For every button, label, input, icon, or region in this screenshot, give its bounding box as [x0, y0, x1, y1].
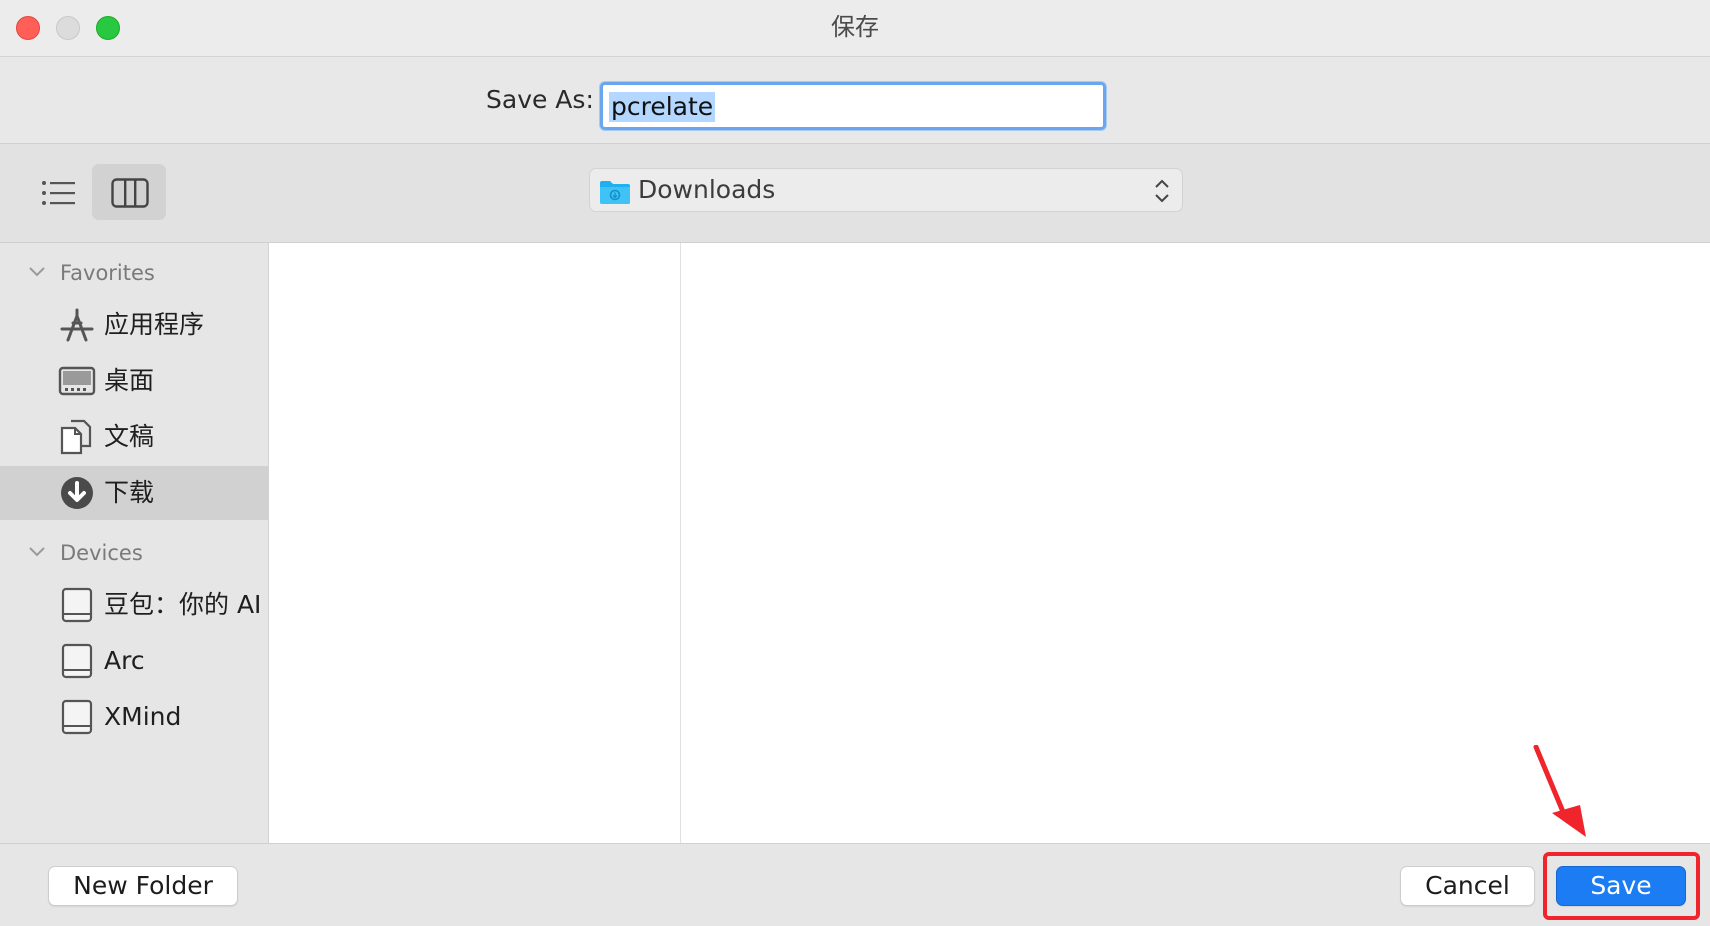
folder-icon	[600, 181, 630, 204]
chevron-updown-icon	[1155, 179, 1169, 203]
sidebar-item-desktop[interactable]: 桌面	[0, 354, 268, 408]
sidebar: Favorites 应用程序 桌面 文稿 下载 Devices 豆包：你的 AI…	[0, 243, 269, 843]
chevron-down-icon	[29, 267, 45, 277]
documents-icon	[60, 419, 92, 455]
sidebar-item-label: 桌面	[104, 366, 155, 395]
chevron-down-icon	[29, 547, 45, 557]
file-name-value[interactable]: pcrelate	[609, 92, 716, 122]
disk-icon	[61, 643, 93, 679]
sidebar-item-label: XMind	[104, 702, 182, 731]
cancel-button[interactable]: Cancel	[1400, 866, 1535, 906]
applications-icon	[60, 308, 94, 342]
sidebar-item-device-xmind[interactable]: XMind	[0, 690, 268, 744]
new-folder-button[interactable]: New Folder	[48, 866, 238, 906]
list-view-button[interactable]	[22, 164, 96, 220]
save-as-label: Save As:	[486, 85, 594, 114]
save-as-row: Save As: pcrelate	[0, 57, 1710, 144]
favorites-label: Favorites	[60, 261, 155, 285]
sidebar-item-device-doubao[interactable]: 豆包：你的 AI	[0, 578, 268, 632]
toolbar: Downloads	[0, 144, 1710, 243]
location-popup[interactable]: Downloads	[589, 168, 1183, 212]
desktop-icon	[58, 366, 96, 396]
favorites-section-header[interactable]: Favorites	[0, 253, 268, 293]
sidebar-item-label: 豆包：你的 AI	[104, 590, 262, 619]
sidebar-item-downloads[interactable]: 下载	[0, 466, 268, 520]
sidebar-item-label: 应用程序	[104, 310, 205, 339]
title-bar: 保存	[0, 0, 1710, 57]
location-label: Downloads	[638, 175, 776, 204]
annotation-highlight-box	[1543, 852, 1700, 920]
sidebar-item-applications[interactable]: 应用程序	[0, 298, 268, 352]
disk-icon	[61, 587, 93, 623]
columns-icon	[111, 178, 149, 208]
sidebar-item-documents[interactable]: 文稿	[0, 410, 268, 464]
devices-section-header[interactable]: Devices	[0, 533, 268, 573]
sidebar-item-label: 文稿	[104, 422, 155, 451]
window-title: 保存	[831, 13, 879, 41]
disk-icon	[61, 699, 93, 735]
column-view-button[interactable]	[92, 164, 166, 220]
file-name-input[interactable]: pcrelate	[600, 82, 1106, 130]
devices-label: Devices	[60, 541, 143, 565]
downloads-icon	[61, 477, 93, 509]
annotation-arrow-icon	[1533, 745, 1586, 837]
sidebar-item-label: 下载	[104, 478, 155, 507]
footer-bar: New Folder Cancel Save	[0, 843, 1710, 926]
sidebar-item-device-arc[interactable]: Arc	[0, 634, 268, 688]
list-icon	[42, 181, 75, 205]
browser-column-1[interactable]	[269, 243, 681, 843]
sidebar-item-label: Arc	[104, 646, 145, 675]
save-dialog: 保存 Save As: pcrelate Downloads Favorites…	[0, 0, 1710, 926]
